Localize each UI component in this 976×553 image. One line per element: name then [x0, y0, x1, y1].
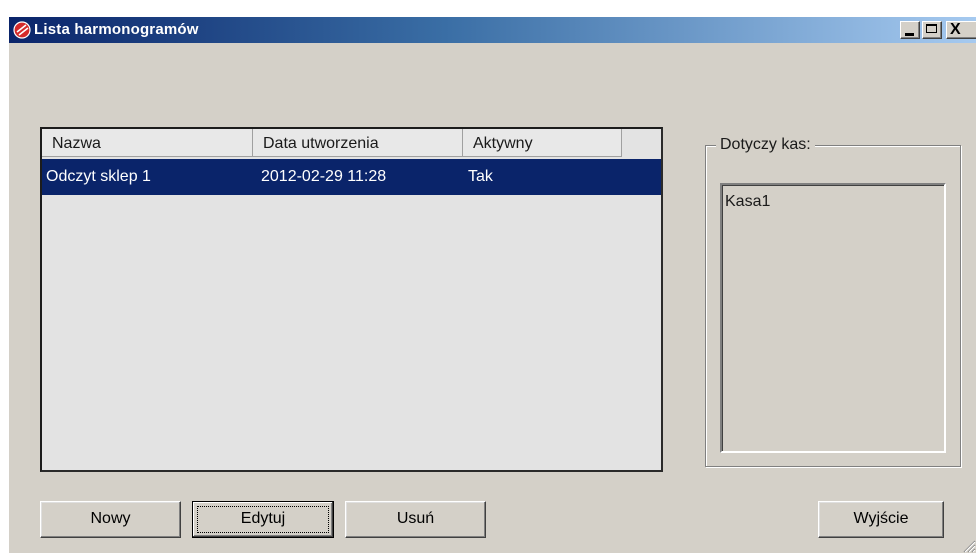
delete-button[interactable]: Usuń — [345, 501, 486, 538]
close-button[interactable]: X — [946, 21, 976, 39]
column-header-aktywny[interactable]: Aktywny — [463, 129, 622, 157]
table-row[interactable]: Odczyt sklep 1 2012-02-29 11:28 Tak — [42, 159, 661, 195]
focus-rectangle — [197, 506, 329, 533]
close-icon: X — [950, 21, 961, 38]
column-header-data-utworzenia[interactable]: Data utworzenia — [253, 129, 463, 157]
group-label: Dotyczy kas: — [716, 136, 815, 154]
window-title: Lista harmonogramów — [34, 21, 199, 38]
cell-data: 2012-02-29 11:28 — [261, 168, 387, 185]
exit-button[interactable]: Wyjście — [818, 501, 944, 538]
cell-nazwa: Odczyt sklep 1 — [46, 168, 151, 185]
title-bar[interactable]: Lista harmonogramów X — [9, 17, 976, 43]
schedule-list[interactable]: Nazwa Data utworzenia Aktywny Odczyt skl… — [40, 127, 663, 472]
list-item[interactable]: Kasa1 — [725, 193, 770, 211]
main-window: Lista harmonogramów X Nazwa Data utworze… — [8, 16, 976, 553]
column-header-nazwa[interactable]: Nazwa — [42, 129, 253, 157]
list-header: Nazwa Data utworzenia Aktywny — [42, 129, 661, 159]
new-button[interactable]: Nowy — [40, 501, 181, 538]
edit-button[interactable]: Edytuj — [192, 501, 334, 538]
registers-list[interactable]: Kasa1 — [720, 183, 946, 453]
cell-aktywny: Tak — [468, 168, 493, 185]
resize-grip-icon[interactable] — [960, 537, 976, 553]
minimize-button[interactable] — [900, 21, 920, 39]
registers-group: Dotyczy kas: Kasa1 — [705, 136, 961, 467]
app-logo-icon — [13, 21, 31, 39]
maximize-button[interactable] — [922, 21, 942, 39]
